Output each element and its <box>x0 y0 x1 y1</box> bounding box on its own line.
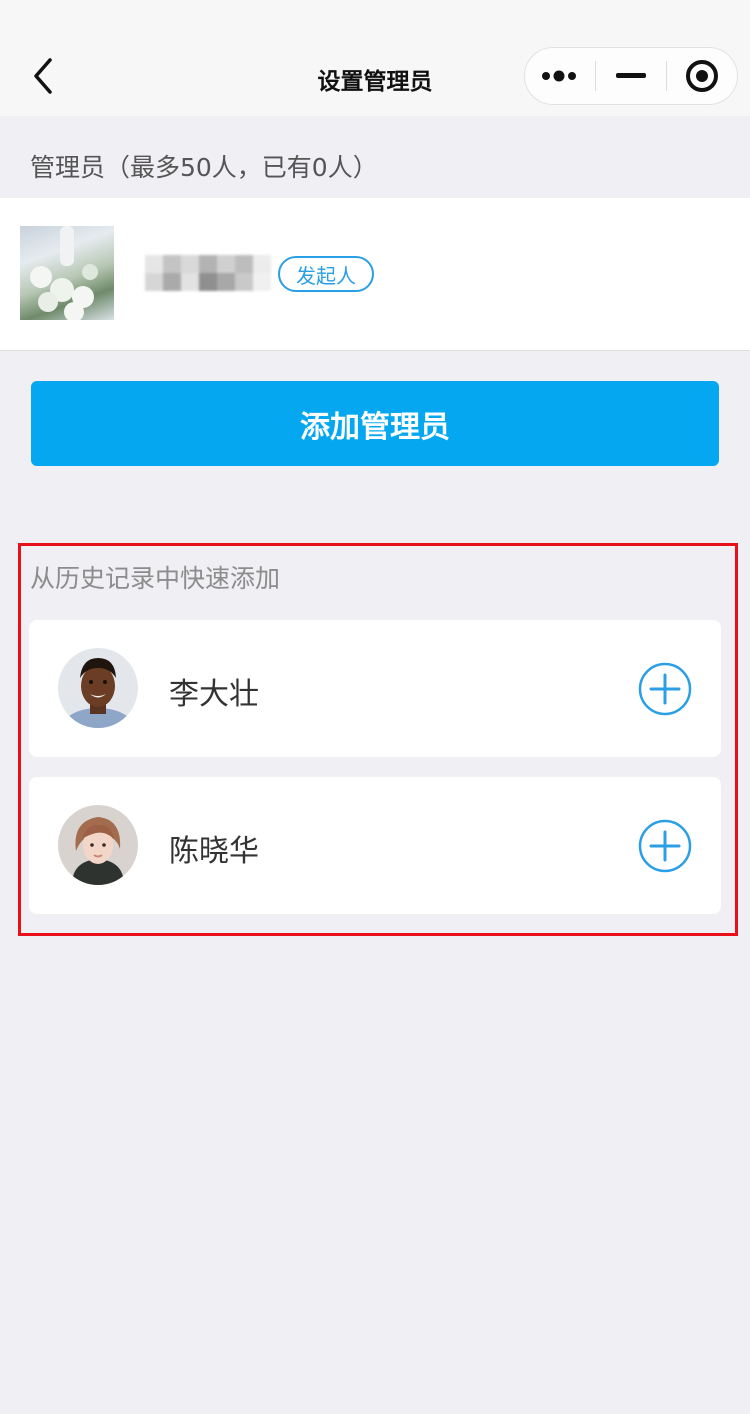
plus-circle-icon <box>638 662 692 716</box>
plus-circle-icon <box>638 819 692 873</box>
bouquet-photo-avatar <box>20 226 114 320</box>
more-dots-icon <box>542 70 576 82</box>
add-person-button[interactable] <box>638 662 692 716</box>
add-person-button[interactable] <box>638 819 692 873</box>
mini-program-capsule <box>524 47 738 105</box>
person-name: 李大壮 <box>169 677 259 712</box>
blurred-username <box>145 255 271 291</box>
woman-portrait-avatar <box>58 805 138 885</box>
target-circle-icon <box>686 60 718 92</box>
initiator-tag: 发起人 <box>278 256 374 292</box>
history-person-row: 陈晓华 <box>29 777 721 914</box>
initiator-card <box>0 198 750 351</box>
more-button[interactable] <box>525 48 595 104</box>
history-person-row: 李大壮 <box>29 620 721 757</box>
man-portrait-avatar <box>58 648 138 728</box>
history-section-title: 从历史记录中快速添加 <box>30 564 281 593</box>
minimize-button[interactable] <box>596 48 666 104</box>
minus-icon <box>616 73 646 78</box>
add-admin-button[interactable]: 添加管理员 <box>31 381 719 466</box>
navigation-bar: 设置管理员 <box>0 0 750 116</box>
close-button[interactable] <box>667 48 737 104</box>
admin-section-header: 管理员（最多50人，已有0人） <box>30 153 378 182</box>
person-name: 陈晓华 <box>169 834 259 869</box>
